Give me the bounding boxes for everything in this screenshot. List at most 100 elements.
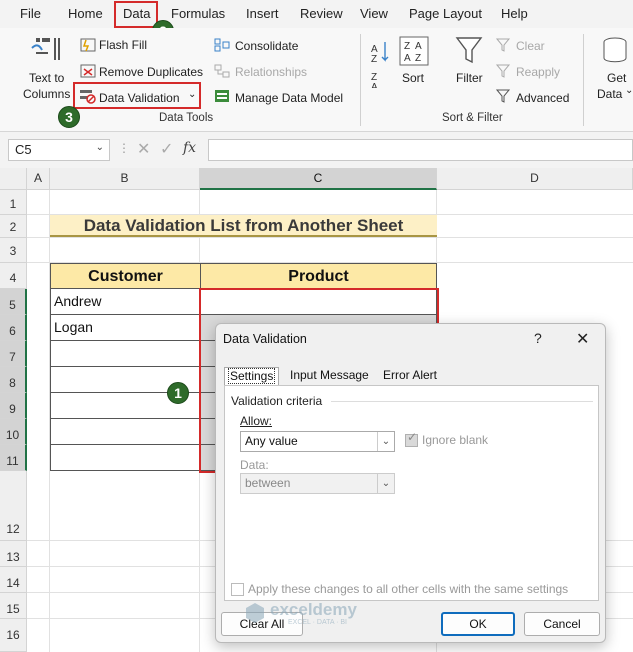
name-box[interactable]: C5 ⌄ bbox=[8, 139, 110, 161]
row-header-5[interactable]: 5 bbox=[0, 289, 27, 315]
get-data-label-1[interactable]: Get bbox=[607, 71, 626, 85]
chevron-down-icon[interactable]: ⌄ bbox=[625, 85, 633, 96]
step-badge-3: 3 bbox=[58, 106, 80, 128]
column-header-a[interactable]: A bbox=[27, 168, 50, 190]
advanced-button[interactable]: Advanced bbox=[516, 91, 569, 105]
row-header-9[interactable]: 9 bbox=[0, 393, 27, 419]
menu-insert[interactable]: Insert bbox=[246, 6, 279, 21]
watermark-brand: exceldemy bbox=[270, 600, 357, 619]
database-icon bbox=[603, 37, 627, 63]
tab-error-alert[interactable]: Error Alert bbox=[383, 367, 437, 385]
filter-icon bbox=[455, 37, 483, 64]
column-header-c[interactable]: C bbox=[200, 168, 437, 190]
menu-view[interactable]: View bbox=[360, 6, 388, 21]
row-header-2[interactable]: 2 bbox=[0, 215, 27, 238]
insert-function-icon[interactable]: fx bbox=[183, 140, 196, 156]
header-product[interactable]: Product bbox=[200, 263, 437, 289]
close-icon[interactable]: ✕ bbox=[576, 329, 589, 349]
sheet-title[interactable]: Data Validation List from Another Sheet bbox=[50, 215, 437, 237]
row-header-16[interactable]: 16 bbox=[0, 619, 27, 652]
data-validation-highlight bbox=[73, 82, 201, 109]
menu-help[interactable]: Help bbox=[501, 6, 528, 21]
svg-text:Z: Z bbox=[404, 41, 410, 52]
clear-filter-icon bbox=[496, 38, 511, 52]
svg-text:A: A bbox=[415, 41, 422, 52]
tab-input-message[interactable]: Input Message bbox=[290, 367, 369, 385]
reapply-button: Reapply bbox=[516, 65, 561, 79]
row-header-10[interactable]: 10 bbox=[0, 419, 27, 445]
remove-duplicates-button[interactable]: Remove Duplicates bbox=[99, 65, 203, 79]
ribbon: Text to Columns Flash Fill Remove Duplic… bbox=[0, 28, 633, 132]
chevron-down-icon[interactable]: ⌄ bbox=[96, 142, 104, 153]
allow-select[interactable]: Any value ⌄ bbox=[240, 431, 395, 452]
consolidate-button[interactable]: Consolidate bbox=[235, 39, 298, 53]
consolidate-icon bbox=[214, 38, 230, 52]
cancel-icon[interactable]: ✕ bbox=[137, 139, 150, 159]
advanced-filter-icon bbox=[496, 89, 511, 103]
svg-text:Z: Z bbox=[415, 53, 421, 64]
row-header-11[interactable]: 11 bbox=[0, 445, 27, 471]
customer-cell[interactable] bbox=[50, 419, 201, 445]
row-header-7[interactable]: 7 bbox=[0, 341, 27, 367]
relationships-icon bbox=[214, 64, 230, 78]
data-validation-dialog: Data Validation ? ✕ Settings Input Messa… bbox=[215, 323, 606, 643]
row-header-13[interactable]: 13 bbox=[0, 541, 27, 567]
cancel-button[interactable]: Cancel bbox=[524, 612, 600, 636]
step-badge-1: 1 bbox=[167, 382, 189, 404]
chevron-down-icon[interactable]: ⌄ bbox=[377, 432, 394, 451]
dialog-title: Data Validation bbox=[223, 332, 307, 346]
select-all-corner[interactable] bbox=[0, 168, 27, 190]
sort-button[interactable]: Sort bbox=[402, 71, 424, 85]
row-header-8[interactable]: 8 bbox=[0, 367, 27, 393]
menu-formulas[interactable]: Formulas bbox=[171, 6, 225, 21]
get-data-label-2[interactable]: Data bbox=[597, 87, 622, 101]
menu-page-layout[interactable]: Page Layout bbox=[409, 6, 482, 21]
text-to-columns-label-1[interactable]: Text to bbox=[29, 71, 64, 85]
apply-all-checkbox[interactable] bbox=[231, 583, 244, 596]
formula-bar: C5 ⌄ ⋮ ✕ ✓ fx bbox=[0, 132, 633, 168]
menu-home[interactable]: Home bbox=[68, 6, 103, 21]
menu-file[interactable]: File bbox=[20, 6, 41, 21]
customer-cell[interactable]: Andrew bbox=[50, 289, 201, 315]
manage-data-model-icon bbox=[215, 90, 229, 102]
row-header-15[interactable]: 15 bbox=[0, 593, 27, 619]
tab-settings-label: Settings bbox=[228, 368, 276, 384]
exceldemy-logo-icon bbox=[246, 603, 264, 623]
flash-fill-button[interactable]: Flash Fill bbox=[99, 38, 147, 52]
flash-fill-icon bbox=[80, 38, 96, 52]
filter-button[interactable]: Filter bbox=[456, 71, 483, 85]
more-icon: ⋮ bbox=[118, 141, 130, 155]
customer-cell[interactable] bbox=[50, 445, 201, 471]
help-icon[interactable]: ? bbox=[534, 330, 542, 346]
sort-filter-group-label: Sort & Filter bbox=[442, 112, 503, 124]
row-header-4[interactable]: 4 bbox=[0, 263, 27, 289]
column-header-d[interactable]: D bbox=[437, 168, 633, 190]
clear-button: Clear bbox=[516, 39, 545, 53]
manage-data-model-button[interactable]: Manage Data Model bbox=[235, 91, 343, 105]
divider bbox=[331, 401, 593, 402]
menu-review[interactable]: Review bbox=[300, 6, 343, 21]
reapply-icon bbox=[496, 64, 511, 78]
row-header-3[interactable]: 3 bbox=[0, 238, 27, 263]
apply-all-label: Apply these changes to all other cells w… bbox=[248, 582, 569, 596]
text-to-columns-label-2[interactable]: Columns bbox=[23, 87, 70, 101]
customer-cell[interactable]: Logan bbox=[50, 315, 201, 341]
ok-button[interactable]: OK bbox=[441, 612, 515, 636]
row-header-6[interactable]: 6 bbox=[0, 315, 27, 341]
settings-panel: Validation criteria Allow: Any value ⌄ ✓… bbox=[224, 385, 599, 601]
customer-cell[interactable] bbox=[50, 341, 201, 367]
checkmark-icon: ✓ bbox=[407, 430, 418, 444]
formula-input[interactable] bbox=[208, 139, 633, 161]
relationships-button: Relationships bbox=[235, 65, 308, 79]
svg-text:A: A bbox=[371, 82, 378, 88]
watermark-tagline: EXCEL · DATA · BI bbox=[288, 619, 347, 626]
row-header-1[interactable]: 1 bbox=[0, 190, 27, 215]
header-customer[interactable]: Customer bbox=[50, 263, 201, 289]
sort-az-icon[interactable]: A Z Z A bbox=[369, 38, 391, 88]
row-header-14[interactable]: 14 bbox=[0, 567, 27, 593]
row-header-12[interactable]: 12 bbox=[0, 471, 27, 541]
tab-settings[interactable]: Settings bbox=[224, 367, 280, 386]
column-header-b[interactable]: B bbox=[50, 168, 200, 190]
gridline bbox=[27, 237, 633, 238]
check-icon[interactable]: ✓ bbox=[160, 139, 173, 159]
